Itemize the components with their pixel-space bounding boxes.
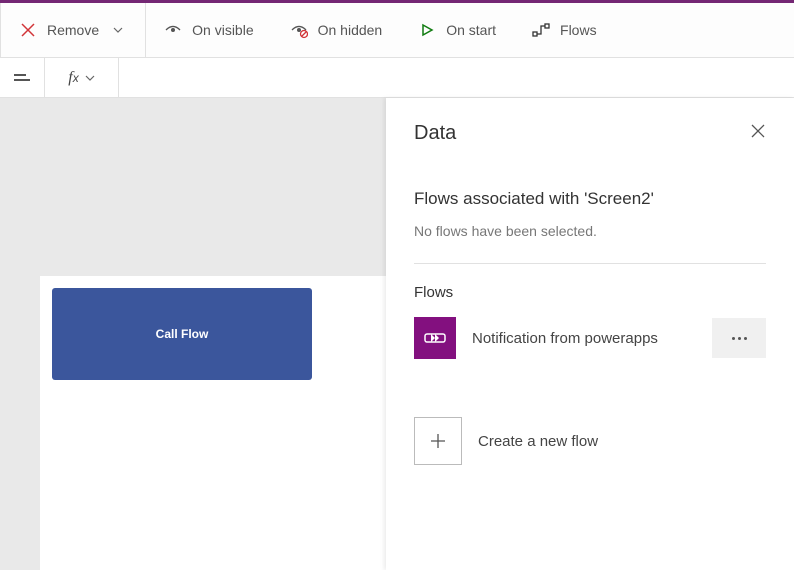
close-button[interactable] [750,123,766,144]
flow-item[interactable]: Notification from powerapps [414,317,766,359]
more-icon [738,337,741,340]
panel-header: Data [414,122,766,145]
on-start-button[interactable]: On start [400,3,514,57]
call-flow-label: Call Flow [156,327,209,341]
screen-surface[interactable]: Call Flow [40,276,386,570]
close-icon [750,123,766,139]
chevron-down-icon [109,21,127,39]
panel-title: Data [414,122,456,145]
play-icon [418,21,436,39]
associated-flows-empty: No flows have been selected. [414,223,766,239]
associated-flows-heading: Flows associated with 'Screen2' [414,189,766,209]
flows-button[interactable]: Flows [514,3,615,57]
flows-heading: Flows [414,284,766,301]
more-icon [744,337,747,340]
on-visible-button[interactable]: On visible [146,3,271,57]
canvas-area: Call Flow Data Flows associated with 'Sc… [0,98,794,570]
flows-label: Flows [560,22,597,38]
flow-item-name: Notification from powerapps [472,330,696,347]
remove-button[interactable]: Remove [1,3,145,57]
plus-icon [414,417,462,465]
flow-icon [532,21,550,39]
fx-button[interactable]: fx [45,58,119,97]
eye-icon [164,21,182,39]
flow-item-more-button[interactable] [712,318,766,358]
data-panel: Data Flows associated with 'Screen2' No … [386,98,794,570]
on-start-label: On start [446,22,496,38]
create-flow-button[interactable]: Create a new flow [414,417,766,465]
remove-label: Remove [47,22,99,38]
create-flow-label: Create a new flow [478,433,598,450]
chevron-down-icon [85,73,95,83]
call-flow-button[interactable]: Call Flow [52,288,312,380]
on-hidden-button[interactable]: On hidden [272,3,401,57]
property-selector[interactable] [0,58,45,97]
fx-icon: fx [68,69,78,87]
on-visible-label: On visible [192,22,253,38]
eye-off-icon [290,21,308,39]
powerautomate-icon [414,317,456,359]
more-icon [732,337,735,340]
formula-bar: fx [0,58,794,98]
panel-divider [414,263,766,264]
on-hidden-label: On hidden [318,22,383,38]
remove-icon [19,21,37,39]
hamburger-icon [14,74,30,81]
formula-input[interactable] [119,58,794,97]
ribbon-toolbar: Remove On visible On hidden On start Flo… [0,0,794,58]
